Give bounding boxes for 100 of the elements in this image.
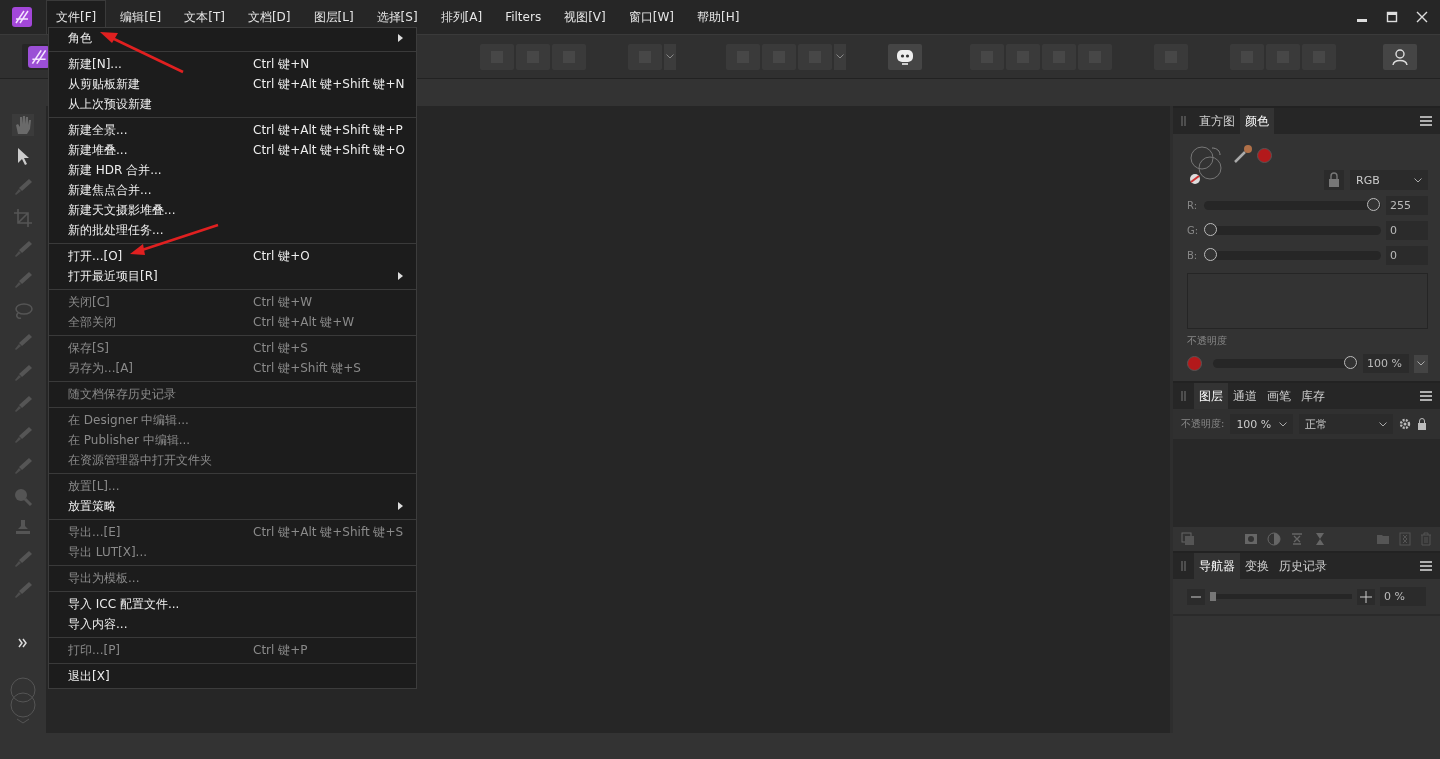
channel-label: R: [1187, 200, 1198, 211]
current-color-swatch[interactable] [1257, 148, 1272, 163]
menu-entry[interactable]: 从上次预设新建 [49, 94, 416, 114]
menu-entry[interactable]: 退出[X] [49, 666, 416, 686]
brush-icon[interactable] [12, 331, 34, 353]
zoom-slider[interactable] [1210, 594, 1352, 599]
channel-value-field[interactable]: 255 [1386, 196, 1428, 215]
slider-thumb[interactable] [1367, 198, 1380, 211]
brush-icon[interactable] [12, 393, 34, 415]
maximize-icon[interactable] [1386, 11, 1398, 23]
zoom-value-field[interactable]: 0 % [1380, 587, 1426, 606]
trash-icon[interactable] [1420, 532, 1432, 546]
channel-value-field[interactable]: 0 [1386, 246, 1428, 265]
panel-tab[interactable]: 画笔 [1262, 383, 1296, 409]
slider-thumb[interactable] [1210, 592, 1216, 601]
channel-slider[interactable] [1204, 251, 1381, 260]
panel-tab[interactable]: 历史记录 [1274, 553, 1332, 579]
channel-slider[interactable] [1204, 226, 1381, 235]
slider-thumb[interactable] [1204, 223, 1217, 236]
menu-item[interactable]: 帮助[H] [687, 0, 749, 34]
opacity-label: 不透明度 [1187, 334, 1228, 348]
plus-icon [1360, 590, 1372, 603]
menu-entry[interactable]: 导入 ICC 配置文件... [49, 594, 416, 614]
submenu-arrow-icon [398, 272, 403, 280]
grip-icon[interactable] [1181, 561, 1186, 571]
checker-icon[interactable] [1399, 532, 1411, 546]
settings-icon[interactable] [1399, 418, 1412, 430]
caret-icon [1414, 177, 1422, 183]
dropdown-caret-icon[interactable] [834, 43, 846, 70]
lock-icon[interactable] [1324, 170, 1344, 190]
panel-tab[interactable]: 直方图 [1194, 108, 1240, 134]
hourglass-icon[interactable] [1313, 532, 1327, 546]
panel-tab[interactable]: 变换 [1240, 553, 1274, 579]
menu-entry[interactable]: 新的批处理任务... [49, 220, 416, 240]
channel-slider[interactable] [1204, 201, 1381, 210]
channel-label: G: [1187, 225, 1199, 236]
user-icon [1391, 47, 1409, 66]
dodge-icon[interactable] [12, 486, 34, 508]
adjustment-icon[interactable] [1267, 532, 1281, 546]
opacity-value-field[interactable]: 100 % [1363, 354, 1409, 373]
mask-icon[interactable] [1244, 532, 1258, 546]
opacity-slider[interactable] [1213, 359, 1358, 368]
slider-thumb[interactable] [1344, 356, 1357, 369]
panel-tab[interactable]: 库存 [1296, 383, 1330, 409]
layers-stack-icon[interactable] [1181, 532, 1195, 546]
panel-tab[interactable]: 导航器 [1194, 553, 1240, 579]
color-circles-icon[interactable] [8, 677, 38, 725]
folder-icon[interactable] [1376, 532, 1390, 546]
blend-mode-dropdown[interactable]: 正常 [1299, 414, 1394, 434]
menu-entry[interactable]: 导入内容... [49, 614, 416, 634]
crop-icon[interactable] [12, 207, 34, 229]
brush-icon[interactable] [12, 548, 34, 570]
lock-icon[interactable] [1417, 418, 1428, 430]
dropdown-button[interactable] [1414, 354, 1428, 373]
menu-entry[interactable]: 新建 HDR 合并... [49, 160, 416, 180]
menu-item[interactable]: 窗口[W] [619, 0, 683, 34]
channel-value-field[interactable]: 0 [1386, 221, 1428, 240]
menu-entry[interactable]: 新建堆叠... Ctrl 键+Alt 键+Shift 键+O [49, 140, 416, 160]
zoom-out-button[interactable] [1187, 588, 1205, 605]
submenu-arrow-icon [398, 502, 403, 510]
menu-item[interactable]: Filters [496, 0, 551, 34]
dropdown-caret-icon[interactable] [664, 43, 676, 70]
caret-icon [1417, 361, 1425, 366]
lasso-icon[interactable] [12, 300, 34, 322]
toolbar-button[interactable] [1383, 43, 1417, 70]
menu-item[interactable]: 排列[A] [431, 0, 492, 34]
brush-icon[interactable] [12, 362, 34, 384]
menu-entry[interactable]: 打开...[O] Ctrl 键+O [49, 246, 416, 266]
slider-thumb[interactable] [1204, 248, 1217, 261]
menu-entry[interactable]: 新建焦点合并... [49, 180, 416, 200]
grip-icon[interactable] [1181, 391, 1186, 401]
brush-icon[interactable] [12, 176, 34, 198]
grip-icon[interactable] [1181, 116, 1186, 126]
menu-entry[interactable]: 放置策略 [49, 496, 416, 516]
app-logo-icon [12, 7, 32, 27]
menu-entry[interactable]: 新建全景... Ctrl 键+Alt 键+Shift 键+P [49, 120, 416, 140]
close-icon[interactable] [1416, 11, 1428, 23]
menu-item[interactable]: 视图[V] [555, 0, 615, 34]
menu-entry[interactable]: 打开最近项目[R] [49, 266, 416, 286]
menu-icon[interactable] [1420, 391, 1432, 401]
opacity-label: 不透明度: [1181, 417, 1225, 431]
panel-tab[interactable]: 颜色 [1240, 108, 1274, 134]
brush-icon[interactable] [12, 238, 34, 260]
panel-tab[interactable]: 通道 [1228, 383, 1262, 409]
panel-tab[interactable]: 图层 [1194, 383, 1228, 409]
menu-icon[interactable] [1420, 561, 1432, 571]
zoom-in-button[interactable] [1357, 588, 1375, 605]
menu-icon[interactable] [1420, 116, 1432, 126]
fx-icon[interactable] [1290, 532, 1304, 546]
hand-icon[interactable] [12, 114, 34, 136]
brush-icon[interactable] [12, 424, 34, 446]
eyedropper-icon[interactable] [1233, 144, 1253, 164]
menu-entry[interactable]: 新建天文摄影堆叠... [49, 200, 416, 220]
menu-entry[interactable]: 从剪贴板新建 Ctrl 键+Alt 键+Shift 键+N [49, 74, 416, 94]
double-chevron-icon[interactable] [18, 638, 28, 648]
opacity-dropdown[interactable]: 100 % [1230, 414, 1294, 434]
toolbar-button[interactable] [888, 43, 922, 70]
opacity-color-swatch[interactable] [1187, 356, 1202, 371]
color-mode-dropdown[interactable]: RGB [1350, 170, 1428, 190]
menu-entry[interactable]: 新建[N]... Ctrl 键+N [49, 54, 416, 74]
